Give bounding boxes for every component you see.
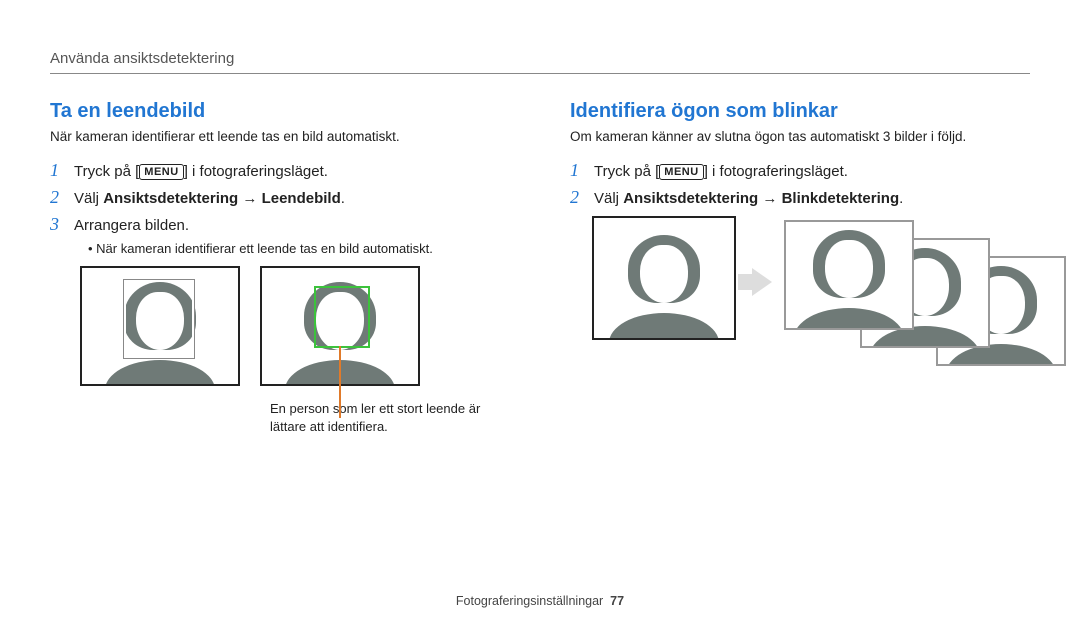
steps-smile: 1 Tryck på [MENU] i fotograferingsläget.… <box>50 160 510 235</box>
arrow-icon <box>752 268 772 296</box>
face-frame-result-1 <box>784 220 914 330</box>
step-3-sub: När kameran identifierar ett leende tas … <box>88 241 510 256</box>
detection-box-white <box>124 280 194 358</box>
right-column: Identifiera ögon som blinkar Om kameran … <box>570 100 1030 435</box>
detection-box-green <box>314 286 370 348</box>
content-columns: Ta en leendebild När kameran identifiera… <box>50 100 1030 435</box>
callout-line <box>339 346 341 418</box>
menu-icon: MENU <box>659 164 703 180</box>
step-1: 1 Tryck på [MENU] i fotograferingsläget. <box>570 160 1030 181</box>
section-desc-smile: När kameran identifierar ett leende tas … <box>50 129 510 144</box>
smile-caption: En person som ler ett stort leende är lä… <box>270 400 510 435</box>
left-column: Ta en leendebild När kameran identifiera… <box>50 100 510 435</box>
steps-blink: 1 Tryck på [MENU] i fotograferingsläget.… <box>570 160 1030 208</box>
menu-icon: MENU <box>139 164 183 180</box>
breadcrumb: Använda ansiktsdetektering <box>50 50 1030 67</box>
divider <box>50 73 1030 74</box>
face-illustration <box>799 220 899 330</box>
smile-image-row <box>80 266 510 386</box>
section-desc-blink: Om kameran känner av slutna ögon tas aut… <box>570 129 1030 144</box>
face-illustration <box>614 223 714 340</box>
step-2-text: Välj Ansiktsdetektering → Leendebild. <box>74 190 510 207</box>
page-number: 77 <box>610 594 624 608</box>
step-2: 2 Välj Ansiktsdetektering → Blinkdetekte… <box>570 187 1030 208</box>
face-frame-smile-wrap <box>260 266 420 386</box>
step-1: 1 Tryck på [MENU] i fotograferingsläget. <box>50 160 510 181</box>
step-2-text: Välj Ansiktsdetektering → Blinkdetekteri… <box>594 190 1030 207</box>
step-3: 3 Arrangera bilden. <box>50 214 510 235</box>
face-frame-neutral <box>80 266 240 386</box>
section-title-blink: Identifiera ögon som blinkar <box>570 100 1030 123</box>
face-frame-source <box>592 216 736 340</box>
page-footer: Fotograferingsinställningar 77 <box>0 594 1080 608</box>
blink-cascade <box>592 216 1030 386</box>
section-title-smile: Ta en leendebild <box>50 100 510 123</box>
step-2: 2 Välj Ansiktsdetektering → Leendebild. <box>50 187 510 208</box>
